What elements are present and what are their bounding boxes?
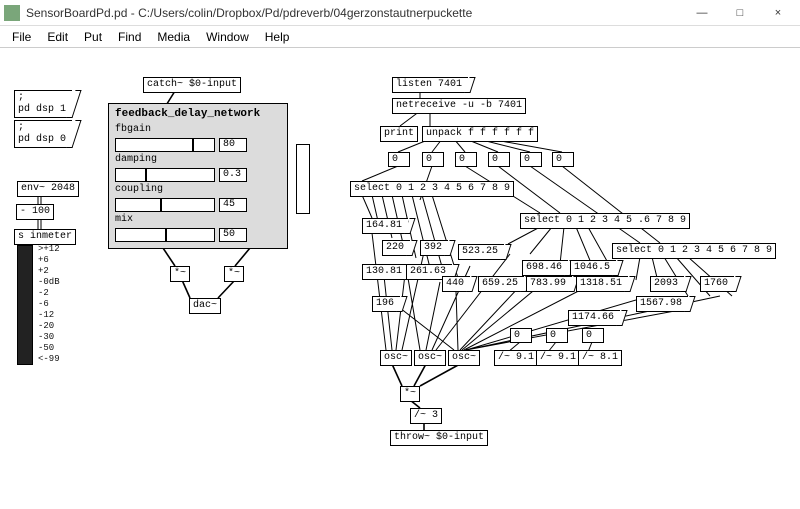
- msg-1046-5[interactable]: 1046.5: [570, 260, 616, 276]
- fbgain-label: fbgain: [115, 124, 281, 135]
- close-button[interactable]: ×: [760, 2, 796, 24]
- coupling-value[interactable]: 45: [219, 198, 247, 212]
- unpack-obj[interactable]: unpack f f f f f f: [422, 126, 538, 142]
- menu-find[interactable]: Find: [112, 28, 147, 46]
- coupling-slider[interactable]: [115, 198, 215, 212]
- sub100-obj[interactable]: - 100: [16, 204, 54, 220]
- msg-783-99[interactable]: 783.99: [526, 276, 572, 292]
- menu-edit[interactable]: Edit: [41, 28, 74, 46]
- msg-1174-66[interactable]: 1174.66: [568, 310, 620, 326]
- window-title: SensorBoardPd.pd - C:/Users/colin/Dropbo…: [26, 6, 684, 20]
- damping-value[interactable]: 0.3: [219, 168, 247, 182]
- route-num-0[interactable]: 0: [510, 328, 532, 343]
- msg-dsp-off[interactable]: ; pd dsp 0: [14, 120, 72, 148]
- unpack-num-1[interactable]: 0: [422, 152, 444, 167]
- fbgain-value[interactable]: 80: [219, 138, 247, 152]
- mul-left[interactable]: *~: [170, 266, 190, 282]
- coupling-label: coupling: [115, 184, 281, 195]
- app-icon: [4, 5, 20, 21]
- unpack-num-3[interactable]: 0: [488, 152, 510, 167]
- msg-659-25[interactable]: 659.25: [478, 276, 524, 292]
- osc-1[interactable]: osc~: [380, 350, 412, 366]
- unpack-num-4[interactable]: 0: [520, 152, 542, 167]
- gop-title: feedback_delay_network: [115, 108, 281, 120]
- damping-label: damping: [115, 154, 281, 165]
- menu-put[interactable]: Put: [78, 28, 108, 46]
- fbgain-slider[interactable]: [115, 138, 215, 152]
- msg-1760[interactable]: 1760: [700, 276, 734, 292]
- catch-obj[interactable]: catch~ $0-input: [143, 77, 241, 93]
- route-num-1[interactable]: 0: [546, 328, 568, 343]
- msg-130-81[interactable]: 130.81: [362, 264, 408, 280]
- damping-slider[interactable]: [115, 168, 215, 182]
- osc-3[interactable]: osc~: [448, 350, 480, 366]
- patch-canvas[interactable]: catch~ $0-input ; pd dsp 1 ; pd dsp 0 en…: [0, 48, 800, 509]
- print-obj[interactable]: print: [380, 126, 418, 142]
- select-1[interactable]: select 0 1 2 3 4 5 6 7 8 9: [350, 181, 514, 197]
- vu-labels: >+12 +6 +2 -0dB -2 -6 -12 -20 -30 -50 <-…: [38, 244, 60, 365]
- msg-dsp-on[interactable]: ; pd dsp 1: [14, 90, 72, 118]
- msg-164-81[interactable]: 164.81: [362, 218, 408, 234]
- msg-listen[interactable]: listen 7401: [392, 77, 468, 93]
- menu-window[interactable]: Window: [200, 28, 255, 46]
- menu-help[interactable]: Help: [259, 28, 296, 46]
- mul-right[interactable]: *~: [224, 266, 244, 282]
- msg-392[interactable]: 392: [420, 240, 448, 256]
- mix-mul[interactable]: *~: [400, 386, 420, 402]
- minimize-button[interactable]: —: [684, 2, 720, 24]
- msg-196[interactable]: 196: [372, 296, 400, 312]
- maximize-button[interactable]: □: [722, 2, 758, 24]
- unpack-num-5[interactable]: 0: [552, 152, 574, 167]
- title-bar: SensorBoardPd.pd - C:/Users/colin/Dropbo…: [0, 0, 800, 26]
- dac-obj[interactable]: dac~: [189, 298, 221, 314]
- mix-value[interactable]: 50: [219, 228, 247, 242]
- select-2[interactable]: select 0 1 2 3 4 5 .6 7 8 9: [520, 213, 690, 229]
- msg-220[interactable]: 220: [382, 240, 410, 256]
- msg-523-25[interactable]: 523.25: [458, 244, 504, 260]
- div-1[interactable]: /~ 9.1: [494, 350, 538, 366]
- msg-1318-51[interactable]: 1318.51: [576, 276, 628, 292]
- menu-bar: File Edit Put Find Media Window Help: [0, 26, 800, 48]
- array-display: [296, 144, 310, 214]
- mix-div3[interactable]: /~ 3: [410, 408, 442, 424]
- unpack-num-0[interactable]: 0: [388, 152, 410, 167]
- unpack-num-2[interactable]: 0: [455, 152, 477, 167]
- menu-media[interactable]: Media: [151, 28, 196, 46]
- env-obj[interactable]: env~ 2048: [17, 181, 79, 197]
- msg-440[interactable]: 440: [442, 276, 470, 292]
- gop-fdn[interactable]: feedback_delay_network fbgain 80 damping…: [108, 103, 288, 249]
- mix-slider[interactable]: [115, 228, 215, 242]
- msg-698-46[interactable]: 698.46: [522, 260, 568, 276]
- div-2[interactable]: /~ 9.1: [536, 350, 580, 366]
- msg-2093[interactable]: 2093: [650, 276, 684, 292]
- netreceive-obj[interactable]: netreceive -u -b 7401: [392, 98, 526, 114]
- div-3[interactable]: /~ 8.1: [578, 350, 622, 366]
- send-inmeter-obj[interactable]: s inmeter: [14, 229, 76, 245]
- route-num-2[interactable]: 0: [582, 328, 604, 343]
- osc-2[interactable]: osc~: [414, 350, 446, 366]
- msg-1567-98[interactable]: 1567.98: [636, 296, 688, 312]
- mix-label: mix: [115, 214, 281, 225]
- select-3[interactable]: select 0 1 2 3 4 5 6 7 8 9: [612, 243, 776, 259]
- throw-obj[interactable]: throw~ $0-input: [390, 430, 488, 446]
- vu-meter: [17, 245, 33, 365]
- menu-file[interactable]: File: [6, 28, 37, 46]
